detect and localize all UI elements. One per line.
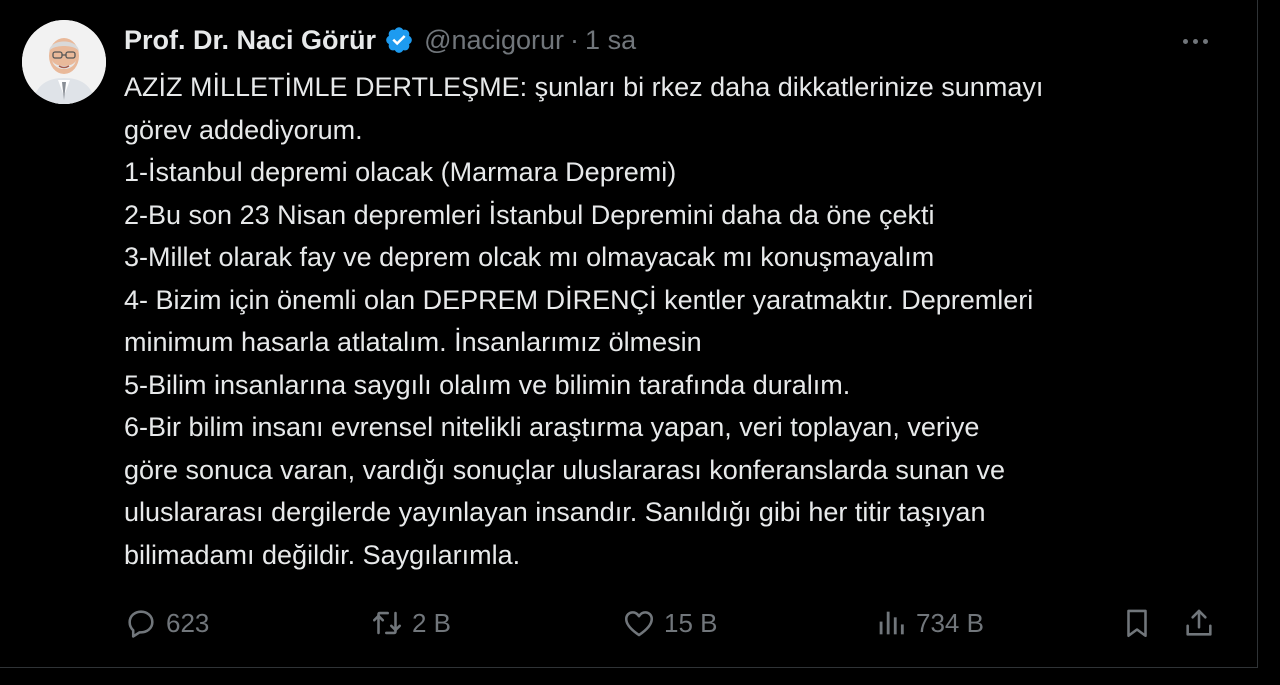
tweet-card[interactable]: Prof. Dr. Naci Görür @nacigorur · 1 sa A… <box>0 0 1258 668</box>
share-button[interactable] <box>1182 598 1216 648</box>
avatar-portrait-icon <box>22 20 106 104</box>
more-dot-3 <box>1202 38 1208 44</box>
tweet-actions-bar: 623 2 B 15 B 734 B <box>124 598 1234 648</box>
more-dot-2 <box>1192 38 1198 44</box>
tweet-text-line: uluslararası dergilerde yayınlayan insan… <box>124 497 986 527</box>
like-button[interactable]: 15 B <box>622 598 718 648</box>
retweet-icon <box>370 606 404 640</box>
bookmark-button[interactable] <box>1120 598 1154 648</box>
tweet-text-line: 5-Bilim insanlarına saygılı olalım ve bi… <box>124 369 851 400</box>
tweet-text-line: AZİZ MİLLETİMLE DERTLEŞME: şunları bi rk… <box>124 72 1044 102</box>
bookmark-icon <box>1120 606 1154 640</box>
retweet-button[interactable]: 2 B <box>370 598 451 648</box>
more-options-icon[interactable] <box>1175 26 1215 56</box>
author-name[interactable]: Prof. Dr. Naci Görür <box>124 25 376 56</box>
tweet-text-line: 3-Millet olarak fay ve deprem olcak mı o… <box>124 242 935 272</box>
tweet-text-line: 6-Bir bilim insanı evrensel nitelikli ar… <box>124 412 980 442</box>
reply-icon <box>124 606 158 640</box>
tweet-text-line: minimum hasarla atlatalım. İnsanlarımız … <box>124 327 702 357</box>
views-icon <box>874 606 908 640</box>
tweet-text-line: görev addediyorum. <box>124 114 363 145</box>
like-count: 15 B <box>664 607 718 638</box>
tweet-text-line: 4- Bizim için önemli olan DEPREM DİRENÇİ… <box>124 284 1034 315</box>
views-button[interactable]: 734 B <box>874 598 984 648</box>
tweet-text-line: 1-İstanbul depremi olacak (Marmara Depre… <box>124 157 677 187</box>
more-dot-1 <box>1182 38 1188 44</box>
tweet-text-line: bilimadamı değildir. Saygılarımla. <box>124 539 521 570</box>
reply-button[interactable]: 623 <box>124 598 209 648</box>
reply-count: 623 <box>166 607 210 638</box>
avatar[interactable] <box>22 20 106 104</box>
separator-dot: · <box>570 24 580 55</box>
tweet-text-line: 2-Bu son 23 Nisan depremleri İstanbul De… <box>124 199 935 230</box>
heart-icon <box>622 606 656 640</box>
author-handle[interactable]: @nacigorur <box>424 25 564 56</box>
verified-badge-icon[interactable] <box>384 25 414 55</box>
share-icon <box>1182 606 1216 640</box>
tweet-header: Prof. Dr. Naci Görür @nacigorur · 1 sa <box>124 20 636 60</box>
tweet-timestamp[interactable]: 1 sa <box>585 25 636 56</box>
tweet-text-line: göre sonuca varan, vardığı sonuçlar ulus… <box>124 454 1006 485</box>
retweet-count: 2 B <box>412 607 452 638</box>
views-count: 734 B <box>916 607 984 638</box>
tweet-text: AZİZ MİLLETİMLE DERTLEŞME: şunları bi rk… <box>124 66 1224 576</box>
